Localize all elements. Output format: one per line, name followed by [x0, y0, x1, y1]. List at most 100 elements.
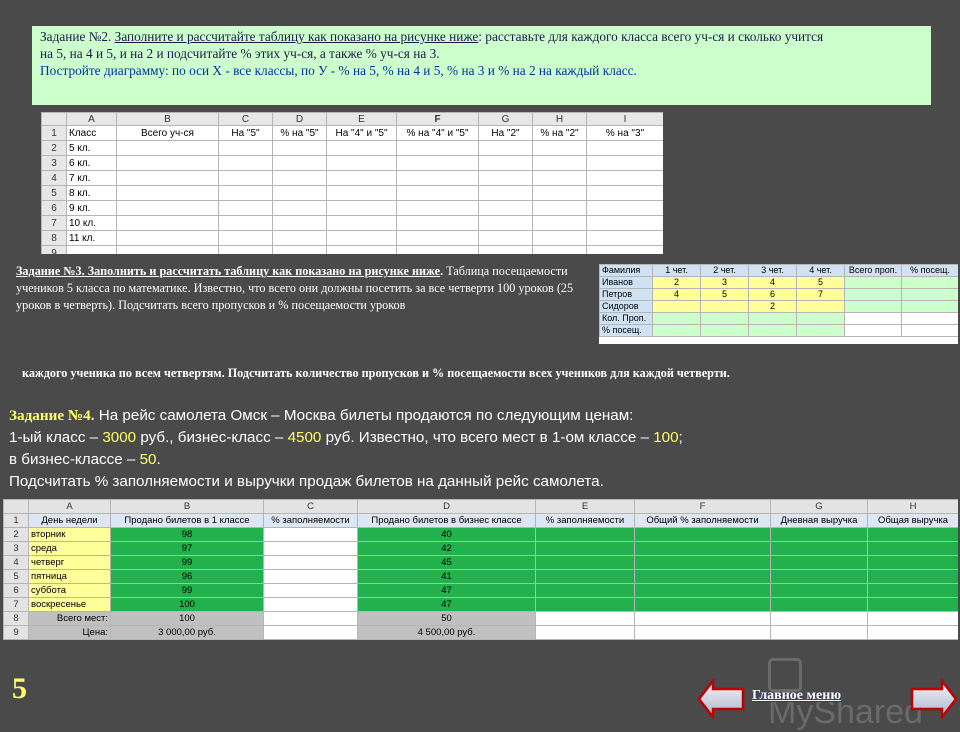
cell[interactable]: Всего проп.: [844, 264, 902, 277]
cell[interactable]: [116, 200, 219, 216]
cell[interactable]: [586, 215, 663, 231]
row-header[interactable]: 7: [3, 597, 29, 612]
cell[interactable]: [586, 230, 663, 246]
cell[interactable]: Иванов: [599, 276, 653, 289]
row-header[interactable]: 6: [3, 583, 29, 598]
cell[interactable]: [116, 170, 219, 186]
cell[interactable]: [532, 245, 587, 254]
cell[interactable]: [218, 230, 273, 246]
cell[interactable]: Общий % заполняемости: [634, 513, 771, 528]
cell[interactable]: [263, 597, 358, 612]
cell[interactable]: [116, 230, 219, 246]
cell[interactable]: [326, 185, 397, 201]
cell[interactable]: [396, 215, 479, 231]
cell[interactable]: [218, 170, 273, 186]
cell[interactable]: [796, 300, 845, 313]
cell[interactable]: [748, 324, 797, 337]
cell[interactable]: [218, 185, 273, 201]
cell[interactable]: 11 кл.: [66, 230, 117, 246]
cell[interactable]: [535, 611, 635, 626]
cell[interactable]: [326, 140, 397, 156]
row-header[interactable]: 3: [41, 155, 67, 171]
row-header[interactable]: 5: [3, 569, 29, 584]
cell[interactable]: [218, 215, 273, 231]
cell[interactable]: 41: [357, 569, 536, 584]
cell[interactable]: [272, 185, 327, 201]
cell[interactable]: [652, 300, 701, 313]
col-header-c[interactable]: C: [263, 499, 358, 514]
cell[interactable]: [634, 555, 771, 570]
cell[interactable]: 10 кл.: [66, 215, 117, 231]
cell[interactable]: 47: [357, 597, 536, 612]
cell[interactable]: [844, 312, 902, 325]
cell[interactable]: [586, 200, 663, 216]
cell[interactable]: Класс: [66, 125, 117, 141]
cell[interactable]: Петров: [599, 288, 653, 301]
col-header-e[interactable]: E: [326, 112, 397, 126]
cell[interactable]: [770, 527, 868, 542]
cell[interactable]: [901, 288, 958, 301]
cell[interactable]: [844, 324, 902, 337]
row-header[interactable]: 4: [3, 555, 29, 570]
col-header-h[interactable]: H: [867, 499, 958, 514]
cell[interactable]: пятница: [28, 569, 111, 584]
cell[interactable]: [263, 527, 358, 542]
cell[interactable]: [532, 230, 587, 246]
cell[interactable]: 3 чет.: [748, 264, 797, 277]
row-header[interactable]: 9: [3, 625, 29, 640]
cell[interactable]: [478, 185, 533, 201]
cell[interactable]: [867, 583, 958, 598]
cell[interactable]: [478, 215, 533, 231]
cell[interactable]: [586, 170, 663, 186]
cell[interactable]: [272, 230, 327, 246]
cell[interactable]: [478, 230, 533, 246]
cell[interactable]: [396, 200, 479, 216]
cell[interactable]: вторник: [28, 527, 111, 542]
cell[interactable]: [535, 555, 635, 570]
cell[interactable]: 4 чет.: [796, 264, 845, 277]
cell[interactable]: воскресенье: [28, 597, 111, 612]
col-header-d[interactable]: D: [357, 499, 536, 514]
cell[interactable]: 42: [357, 541, 536, 556]
cell[interactable]: 98: [110, 527, 264, 542]
cell[interactable]: [634, 527, 771, 542]
cell[interactable]: [66, 245, 117, 254]
cell[interactable]: [770, 541, 868, 556]
col-header-g[interactable]: G: [770, 499, 868, 514]
cell[interactable]: [218, 200, 273, 216]
cell[interactable]: [770, 569, 868, 584]
cell[interactable]: [700, 300, 749, 313]
cell[interactable]: [634, 625, 771, 640]
row-header[interactable]: 2: [41, 140, 67, 156]
cell[interactable]: [867, 625, 958, 640]
cell[interactable]: [116, 140, 219, 156]
cell[interactable]: Фамилия: [599, 264, 653, 277]
col-header-h[interactable]: H: [532, 112, 587, 126]
cell[interactable]: 5 кл.: [66, 140, 117, 156]
cell[interactable]: 4 500,00 руб.: [357, 625, 536, 640]
cell[interactable]: 3: [700, 276, 749, 289]
cell[interactable]: [634, 541, 771, 556]
cell[interactable]: 2: [652, 276, 701, 289]
cell[interactable]: [272, 140, 327, 156]
cell[interactable]: [700, 324, 749, 337]
main-menu-link[interactable]: Главное меню: [752, 688, 841, 704]
cell[interactable]: На "4" и "5": [326, 125, 397, 141]
col-header-d[interactable]: D: [272, 112, 327, 126]
cell[interactable]: [867, 555, 958, 570]
cell[interactable]: [867, 569, 958, 584]
cell[interactable]: [396, 170, 479, 186]
row-header[interactable]: 1: [3, 513, 29, 528]
cell[interactable]: [796, 312, 845, 325]
corner-cell[interactable]: [41, 112, 67, 126]
cell[interactable]: 4: [748, 276, 797, 289]
cell[interactable]: 6: [748, 288, 797, 301]
cell[interactable]: [218, 155, 273, 171]
col-header-b[interactable]: B: [116, 112, 219, 126]
cell[interactable]: [634, 611, 771, 626]
cell[interactable]: [272, 155, 327, 171]
cell[interactable]: % заполняемости: [535, 513, 635, 528]
cell[interactable]: [326, 215, 397, 231]
cell[interactable]: % на "3": [586, 125, 663, 141]
cell[interactable]: [263, 555, 358, 570]
